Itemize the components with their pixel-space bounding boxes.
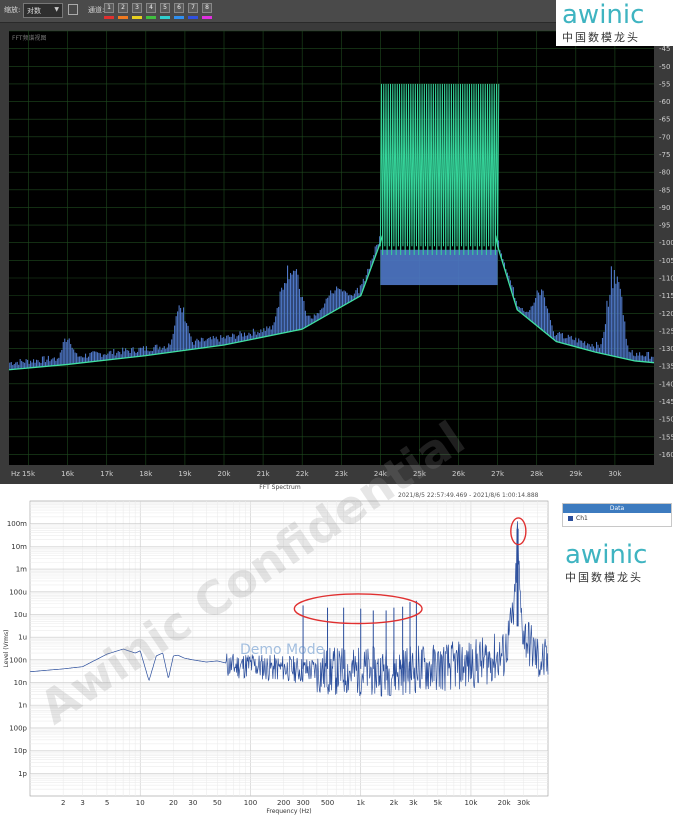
x-axis-label: Hz [11, 470, 20, 478]
y-tick-label: 10m [11, 543, 27, 551]
x-tick-label: 5 [105, 799, 109, 807]
noise-spikes [9, 236, 654, 370]
x-tick-label: 100 [244, 799, 257, 807]
y-tick-label: -115 [659, 292, 673, 300]
x-tick-label: 50 [213, 799, 222, 807]
x-tick-label: 26k [452, 470, 466, 478]
y-tick-label: -70 [659, 133, 670, 141]
y-tick-label: 100n [9, 656, 27, 664]
x-tick-label: 29k [569, 470, 583, 478]
demo-mode-text: Demo Mode [240, 642, 325, 658]
x-tick-label: 5k [434, 799, 443, 807]
legend-box[interactable]: Data Ch1 [562, 503, 672, 527]
x-tick-label: 16k [61, 470, 75, 478]
x-tick-label: 300 [296, 799, 309, 807]
y-tick-label: 10u [14, 611, 27, 619]
y-tick-label: -105 [659, 257, 673, 265]
x-tick-label: 27k [491, 470, 505, 478]
legend-title: Data [563, 504, 671, 513]
y-tick-label: -55 [659, 80, 670, 88]
x-tick-label: 2k [390, 799, 399, 807]
x-tick-label: 1k [356, 799, 365, 807]
y-tick-label: 1n [18, 702, 27, 710]
y-tick-label: -60 [659, 98, 670, 106]
y-tick-label: -125 [659, 327, 673, 335]
y-tick-label: 1p [18, 770, 27, 778]
x-tick-label: 30 [188, 799, 197, 807]
top-spectrum-chart: 15k 16k 17k 18k 19k 20k 21k 22k 23k 24k 25k 26k 27k 2… [8, 28, 673, 478]
x-tick-label: 21k [257, 470, 271, 478]
x-tick-label: 17k [100, 470, 114, 478]
x-tick-label: 500 [321, 799, 334, 807]
brand-logo-bottom: awinic 中国数模龙头 [559, 538, 673, 592]
logo-wordmark: awinic [565, 540, 648, 570]
y-tick-label: -65 [659, 116, 670, 124]
y-tick-label: -85 [659, 186, 670, 194]
x-tick-label: 28k [530, 470, 544, 478]
brand-logo-top: awinic 中国数模龙头 [556, 0, 673, 46]
y-tick-label: -110 [659, 274, 673, 282]
y-tick-label: -50 [659, 63, 670, 71]
x-tick-label: 3k [409, 799, 418, 807]
x-tick-label: 10 [136, 799, 145, 807]
x-tick-label: 2 [61, 799, 65, 807]
x-tick-label: 20k [218, 470, 232, 478]
y-tick-label: -75 [659, 151, 670, 159]
x-tick-label: 18k [139, 470, 153, 478]
y-tick-label: -100 [659, 239, 673, 247]
tone-lines [379, 83, 500, 256]
legend-swatch [568, 516, 573, 521]
x-tick-label: 30k [608, 470, 622, 478]
x-tick-label: 15k [22, 470, 36, 478]
x-tick-label: 19k [178, 470, 192, 478]
tone-band-base [380, 249, 498, 286]
y-tick-label: -160 [659, 451, 673, 459]
y-tick-label: 10p [14, 747, 28, 755]
y-tick-label: 10n [14, 679, 27, 687]
x-tick-label: 200 [277, 799, 290, 807]
x-tick-label: 22k [296, 470, 310, 478]
y-tick-label: 100u [9, 588, 27, 596]
x-tick-label: 30k [517, 799, 531, 807]
logo-tagline: 中国数模龙头 [562, 31, 640, 44]
y-tick-label: -145 [659, 398, 673, 406]
y-tick-label: -130 [659, 345, 673, 353]
y-tick-label: -135 [659, 363, 673, 371]
x-tick-label: 10k [464, 799, 478, 807]
x-tick-label: 20 [169, 799, 178, 807]
tone-band [379, 83, 500, 286]
y-tick-label: -150 [659, 416, 673, 424]
logo-tagline: 中国数模龙头 [565, 571, 643, 584]
y-tick-label: -80 [659, 169, 670, 177]
legend-item: Ch1 [576, 515, 588, 522]
y-tick-label: -45 [659, 45, 670, 53]
y-tick-label: 100m [7, 520, 27, 528]
y-tick-label: -90 [659, 204, 670, 212]
logo-wordmark: awinic [562, 0, 645, 30]
x-tick-label: 3 [80, 799, 84, 807]
top-grid [9, 30, 654, 465]
noise-floor-right [495, 235, 655, 364]
y-axis-label: Level (Vrms) [3, 630, 10, 668]
y-tick-label: -155 [659, 433, 673, 441]
y-tick-label: 100p [9, 724, 27, 732]
y-tick-label: -120 [659, 310, 673, 318]
y-tick-label: 1m [16, 566, 27, 574]
y-tick-label: 1u [18, 634, 27, 642]
x-axis-label: Frequency (Hz) [266, 808, 311, 815]
y-tick-label: -95 [659, 222, 670, 230]
x-tick-label: 20k [498, 799, 512, 807]
y-tick-label: -140 [659, 380, 673, 388]
